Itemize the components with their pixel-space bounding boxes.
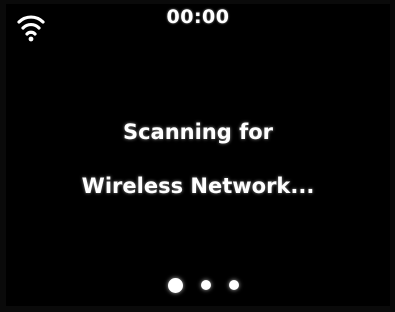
- progress-indicator: [6, 277, 390, 293]
- scanning-message-line1: Scanning for: [122, 120, 274, 144]
- scanning-message-line2: Wireless Network...: [81, 174, 315, 198]
- progress-dot-active: [168, 277, 183, 293]
- progress-dot: [229, 280, 239, 290]
- device-bezel: 00:00 Scanning for Wireless Network...: [0, 0, 395, 312]
- progress-dot: [201, 280, 211, 290]
- status-time: 00:00: [166, 6, 230, 28]
- display-screen: 00:00 Scanning for Wireless Network...: [6, 4, 390, 306]
